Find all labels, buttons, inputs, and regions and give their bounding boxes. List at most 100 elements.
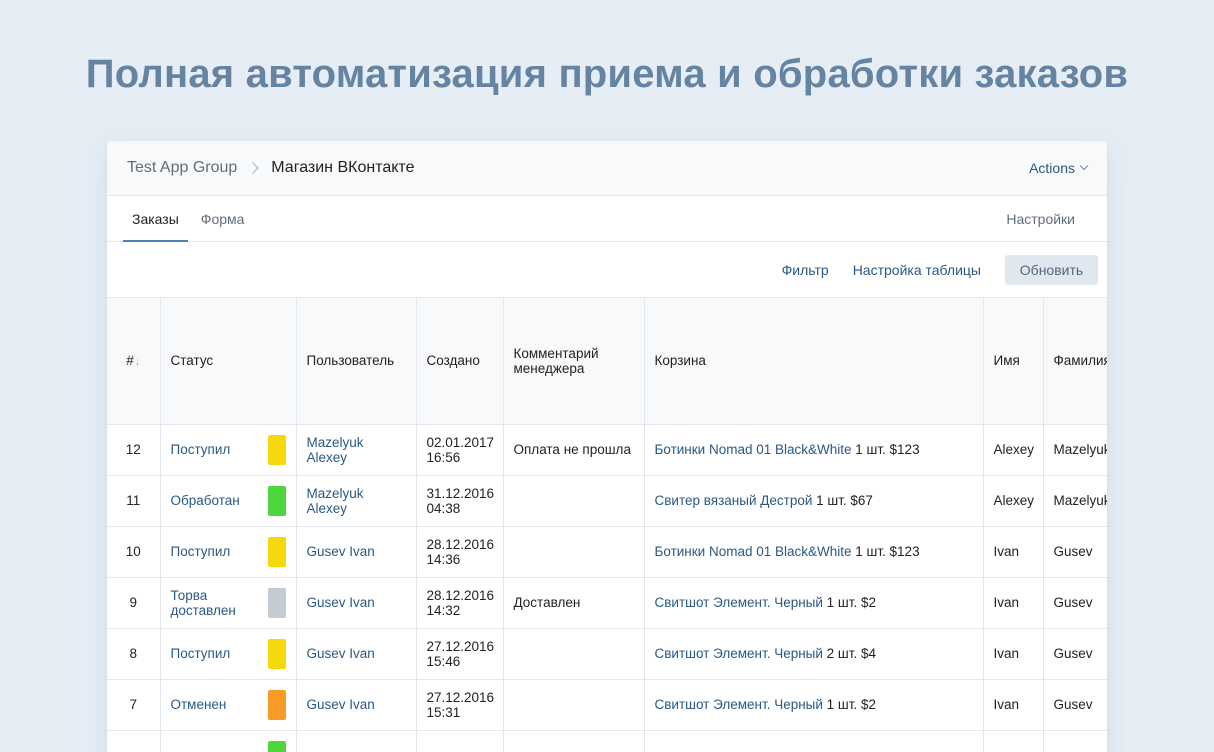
cart-item-link[interactable]: Свитер вязаный Дестрой xyxy=(655,493,813,508)
user-cell: Gusev Ivan xyxy=(296,577,417,629)
status-color-swatch xyxy=(267,485,286,516)
table-row[interactable]: 12 Поступил Mazelyuk Alexey 02.01.2017 16… xyxy=(107,424,1107,476)
status-cell: Поступил xyxy=(160,424,297,476)
cart-cell: Ботинки Nomad 01 Black&White 1 шт. $123 xyxy=(644,424,984,476)
created-cell: 31.12.2016 04:38 xyxy=(416,475,504,527)
cart-quantity: 1 шт. $123 xyxy=(851,544,920,559)
actions-label: Actions xyxy=(1029,160,1075,176)
comment-cell: Доставлен xyxy=(503,577,645,629)
status-color-swatch xyxy=(267,434,286,465)
status-link[interactable]: Поступил xyxy=(171,442,231,457)
cart-quantity: 1 шт. $123 xyxy=(851,442,920,457)
user-link[interactable]: Gusev Ivan xyxy=(307,697,375,712)
tab-settings[interactable]: Настройки xyxy=(997,196,1084,241)
last-name-cell: Gusev xyxy=(1043,577,1107,629)
column-header-num[interactable]: #↓ xyxy=(107,298,161,425)
table-row[interactable]: 9 Торва доставлен Gusev Ivan 28.12.2016 1… xyxy=(107,577,1107,629)
created-cell: 28.12.2016 14:32 xyxy=(416,577,504,629)
orders-table: #↓ Статус Пользователь Создано Комментар… xyxy=(107,298,1107,752)
first-name-cell: Ivan xyxy=(983,628,1044,680)
sort-arrow-icon: ↓ xyxy=(134,356,141,369)
cart-item-link[interactable]: Свитшот Элемент. Черный xyxy=(655,697,823,712)
status-color-swatch xyxy=(267,587,286,618)
column-header-cart[interactable]: Корзина xyxy=(644,298,984,425)
status-link[interactable]: Отменен xyxy=(171,697,227,712)
chevron-right-icon xyxy=(247,162,259,174)
actions-dropdown[interactable]: Actions xyxy=(1029,160,1089,176)
column-header-last-name[interactable]: Фамилия xyxy=(1043,298,1107,425)
first-name-cell: Alexey xyxy=(983,475,1044,527)
created-date: 28.12.2016 xyxy=(426,587,495,603)
table-row[interactable]: 10 Поступил Gusev Ivan 28.12.2016 14:36 Б… xyxy=(107,526,1107,578)
table-row[interactable]: 8 Поступил Gusev Ivan 27.12.2016 15:46 Св… xyxy=(107,628,1107,680)
chevron-down-icon xyxy=(1079,161,1089,171)
column-header-num-label: # xyxy=(126,353,134,369)
user-cell: Mazelyuk Alexey xyxy=(296,424,417,476)
user-link[interactable]: Mazelyuk Alexey xyxy=(307,486,364,516)
created-date: 02.01.2017 xyxy=(426,434,495,450)
table-row[interactable]: 11 Обработан Mazelyuk Alexey 31.12.2016 0… xyxy=(107,475,1107,527)
user-cell: Gusev Ivan xyxy=(296,526,417,578)
column-header-comment[interactable]: Комментарий менеджера xyxy=(503,298,645,425)
cart-item-link[interactable]: Свитшот Элемент. Черный xyxy=(655,646,823,661)
created-time: 15:31 xyxy=(426,704,461,720)
status-cell: Отменен xyxy=(160,679,297,731)
column-header-status[interactable]: Статус xyxy=(160,298,297,425)
user-link[interactable]: Gusev Ivan xyxy=(307,544,375,559)
status-cell: Торва доставлен xyxy=(160,577,297,629)
cart-cell: Свитшот Элемент. Черный 1 шт. $2 xyxy=(644,577,984,629)
created-date: 27.12.2016 xyxy=(426,638,495,654)
user-link[interactable]: Gusev Ivan xyxy=(307,595,375,610)
user-link[interactable]: Mazelyuk Alexey xyxy=(307,435,364,465)
comment-cell xyxy=(503,628,645,680)
first-name-cell xyxy=(983,730,1044,752)
breadcrumb-parent[interactable]: Test App Group xyxy=(127,159,237,177)
cart-item-link[interactable]: Ботинки Nomad 01 Black&White xyxy=(655,442,852,457)
cart-item-link[interactable]: Ботинки Nomad 01 Black&White xyxy=(655,544,852,559)
panel-header: Test App Group Магазин ВКонтакте Actions xyxy=(107,141,1107,196)
cart-cell: Свитшот Элемент. Черный 2 шт. $4 xyxy=(644,628,984,680)
status-link[interactable]: Торва доставлен xyxy=(171,588,268,618)
hero-title: Полная автоматизация приема и обработки … xyxy=(85,52,1129,96)
user-link[interactable]: Gusev Ivan xyxy=(307,646,375,661)
column-header-first-name[interactable]: Имя xyxy=(983,298,1044,425)
row-num: 10 xyxy=(107,526,161,578)
created-cell: 02.01.2017 16:56 xyxy=(416,424,504,476)
cart-quantity: 1 шт. $2 xyxy=(822,595,876,610)
first-name-cell: Ivan xyxy=(983,526,1044,578)
column-header-created[interactable]: Создано xyxy=(416,298,504,425)
status-cell: Поступил xyxy=(160,526,297,578)
user-cell: Gusev Ivan xyxy=(296,679,417,731)
tab-form[interactable]: Форма xyxy=(192,196,254,241)
row-num: 12 xyxy=(107,424,161,476)
created-date: 31.12.2016 xyxy=(426,485,495,501)
last-name-cell: Gusev xyxy=(1043,526,1107,578)
refresh-button[interactable]: Обновить xyxy=(1005,254,1098,285)
last-name-cell: Mazelyuk xyxy=(1043,424,1107,476)
cart-item-link[interactable]: Свитшот Элемент. Черный xyxy=(655,595,823,610)
row-num: 7 xyxy=(107,679,161,731)
tab-orders[interactable]: Заказы xyxy=(123,196,188,242)
last-name-cell: Gusev xyxy=(1043,679,1107,731)
created-time: 14:36 xyxy=(426,551,461,567)
status-link[interactable]: Обработан xyxy=(171,493,240,508)
filter-link[interactable]: Фильтр xyxy=(782,262,829,278)
column-header-user[interactable]: Пользователь xyxy=(296,298,417,425)
status-link[interactable]: Поступил xyxy=(171,646,231,661)
comment-cell xyxy=(503,730,645,752)
cart-quantity: 2 шт. $4 xyxy=(822,646,876,661)
comment-cell: Оплата не прошла xyxy=(503,424,645,476)
table-settings-link[interactable]: Настройка таблицы xyxy=(853,262,981,278)
status-color-swatch xyxy=(267,740,286,752)
created-date: 27.12.2016 xyxy=(426,689,495,705)
cart-cell: Свитшот Элемент. Черный 1 шт. $2 xyxy=(644,679,984,731)
status-link[interactable]: Поступил xyxy=(171,544,231,559)
status-cell: Обработан xyxy=(160,475,297,527)
table-row[interactable]: 7 Отменен Gusev Ivan 27.12.2016 15:31 Сви… xyxy=(107,679,1107,731)
created-time: 14:32 xyxy=(426,602,461,618)
table-row[interactable] xyxy=(107,730,1107,752)
first-name-cell: Ivan xyxy=(983,577,1044,629)
created-cell: 28.12.2016 14:36 xyxy=(416,526,504,578)
status-color-swatch xyxy=(267,689,286,720)
status-cell: Поступил xyxy=(160,628,297,680)
